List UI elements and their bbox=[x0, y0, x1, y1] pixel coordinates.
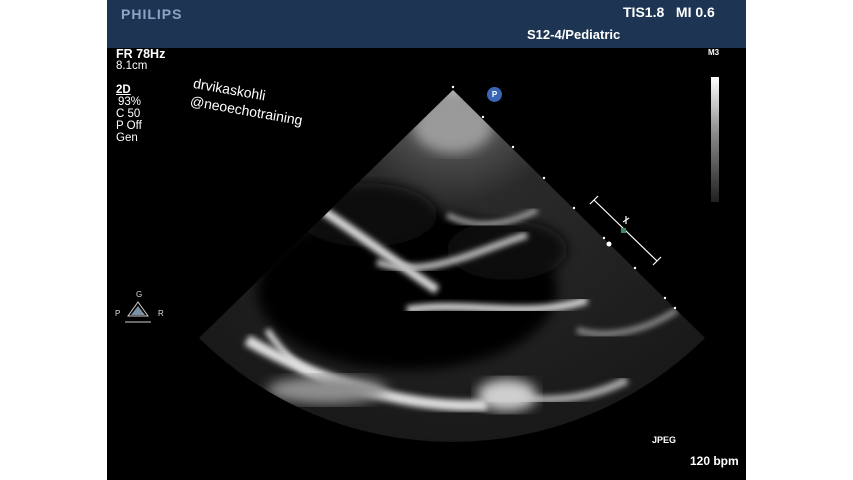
scale-label: M3 bbox=[708, 48, 720, 57]
acquisition-params: FR 78Hz 8.1cm 2D 93% C 50 P Off Gen bbox=[116, 48, 165, 144]
compression-value: C 50 bbox=[116, 108, 141, 120]
heart-rate: 120 bpm bbox=[690, 454, 739, 468]
echo-image bbox=[199, 85, 705, 442]
frequency-value: Gen bbox=[116, 132, 138, 144]
frame-rate: FR 78Hz bbox=[116, 47, 166, 61]
gain-value: 93% bbox=[118, 96, 142, 108]
format-label: JPEG bbox=[652, 435, 677, 445]
header-bar: PHILIPS TIS1.8 MI 0.6 S12-4/Pediatric bbox=[107, 0, 746, 48]
orientation-marker: G P R bbox=[113, 290, 164, 330]
probe-preset: S12-4/Pediatric bbox=[527, 27, 621, 42]
sector-marker-icon: P bbox=[487, 87, 502, 102]
persistence-value: P Off bbox=[116, 120, 142, 132]
tis-mi-readout: TIS1.8 MI 0.6 bbox=[623, 4, 715, 20]
mode-label: 2D bbox=[116, 84, 131, 96]
orientation-icon bbox=[125, 301, 151, 323]
depth-value: 8.1cm bbox=[116, 60, 148, 72]
brand-logo: PHILIPS bbox=[121, 6, 183, 22]
ultrasound-screen: PHILIPS TIS1.8 MI 0.6 S12-4/Pediatric FR… bbox=[107, 0, 746, 480]
grayscale-bar bbox=[711, 77, 719, 202]
